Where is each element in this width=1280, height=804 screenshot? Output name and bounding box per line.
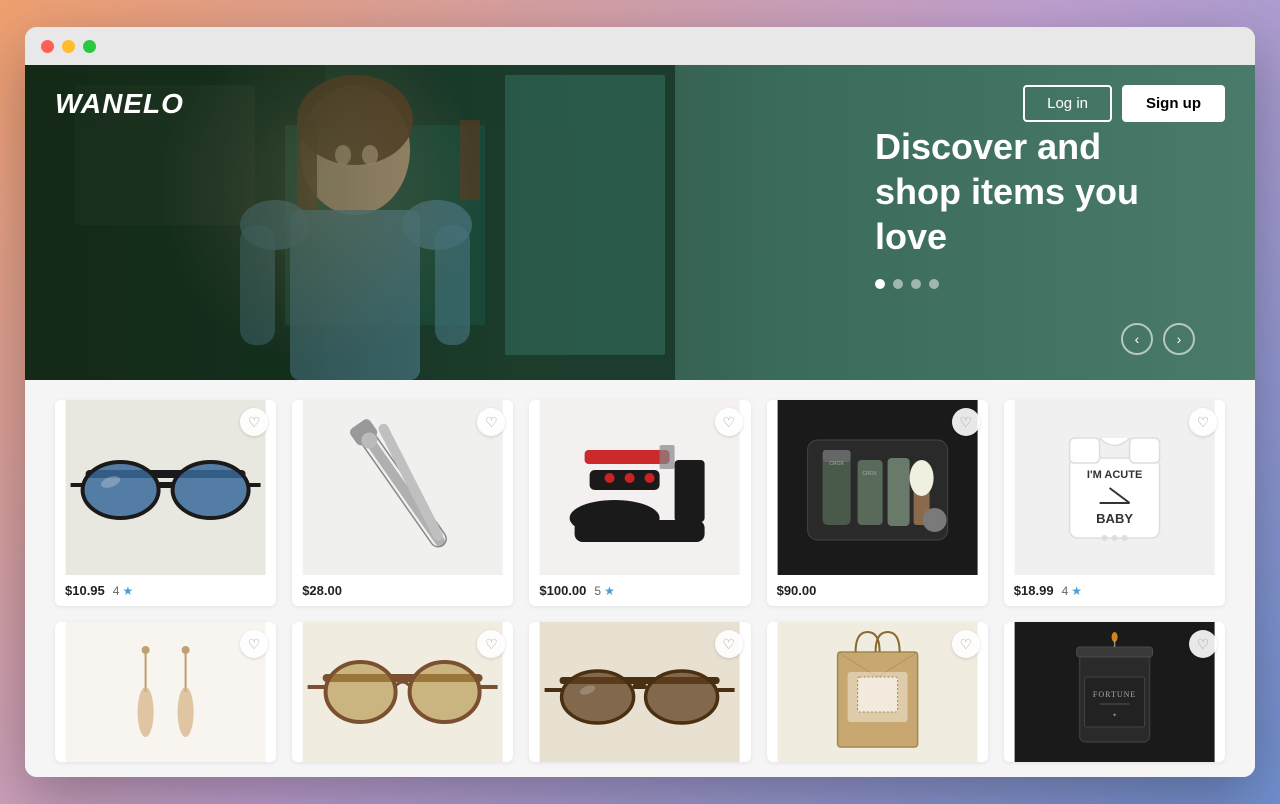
heart-button-9[interactable]: ♡ <box>952 630 980 658</box>
star-icon-5: ★ <box>1071 584 1082 598</box>
heart-button-8[interactable]: ♡ <box>715 630 743 658</box>
product-image-5: I'M ACUTE BABY ♡ <box>1004 400 1225 575</box>
product-card-1[interactable]: ♡ $10.95 4 ★ <box>55 400 276 606</box>
star-icon-3: ★ <box>604 584 615 598</box>
maximize-button[interactable] <box>83 40 96 53</box>
product-price-2: $28.00 <box>302 583 342 598</box>
product-price-5: $18.99 <box>1014 583 1054 598</box>
product-info-1: $10.95 4 ★ <box>55 575 276 606</box>
prev-arrow[interactable]: ‹ <box>1121 323 1153 355</box>
close-button[interactable] <box>41 40 54 53</box>
product-image-7: ♡ <box>292 622 513 762</box>
svg-text:CROX: CROX <box>862 471 877 477</box>
hero-dots <box>875 279 1195 289</box>
nav-buttons: Log in Sign up <box>1023 85 1225 122</box>
heart-button-4[interactable]: ♡ <box>952 408 980 436</box>
svg-text:CROX: CROX <box>829 461 844 467</box>
product-image-8: ♡ <box>529 622 750 762</box>
product-price-3: $100.00 <box>539 583 586 598</box>
products-grid: ♡ $10.95 4 ★ <box>55 400 1225 762</box>
heart-button-6[interactable]: ♡ <box>240 630 268 658</box>
svg-text:✦: ✦ <box>1112 712 1117 719</box>
product-card-8[interactable]: ♡ <box>529 622 750 762</box>
products-section: ♡ $10.95 4 ★ <box>25 380 1255 777</box>
product-rating-1: 4 ★ <box>113 584 133 598</box>
dot-2[interactable] <box>893 279 903 289</box>
product-info-5: $18.99 4 ★ <box>1004 575 1225 606</box>
product-price-4: $90.00 <box>777 583 817 598</box>
product-image-10: FORTUNE ✦ ♡ <box>1004 622 1225 762</box>
minimize-button[interactable] <box>62 40 75 53</box>
next-arrow[interactable]: › <box>1163 323 1195 355</box>
product-card-10[interactable]: FORTUNE ✦ ♡ <box>1004 622 1225 762</box>
dot-3[interactable] <box>911 279 921 289</box>
product-image-1: ♡ <box>55 400 276 575</box>
heart-button-1[interactable]: ♡ <box>240 408 268 436</box>
product-card-3[interactable]: ♡ $100.00 5 ★ <box>529 400 750 606</box>
svg-text:BABY: BABY <box>1096 511 1133 526</box>
hero-arrows: ‹ › <box>1121 323 1195 355</box>
product-image-4: CROX CROX ♡ <box>767 400 988 575</box>
product-info-2: $28.00 <box>292 575 513 606</box>
product-card-6[interactable]: ♡ <box>55 622 276 762</box>
hero-text: Discover and shop items you love <box>875 124 1195 289</box>
product-card-9[interactable]: ♡ <box>767 622 988 762</box>
heart-button-3[interactable]: ♡ <box>715 408 743 436</box>
product-card-5[interactable]: I'M ACUTE BABY ♡ $18.99 4 ★ <box>1004 400 1225 606</box>
product-info-4: $90.00 <box>767 575 988 606</box>
dot-1[interactable] <box>875 279 885 289</box>
product-rating-3: 5 ★ <box>594 584 614 598</box>
hero-title: Discover and shop items you love <box>875 124 1195 259</box>
product-image-2: ♡ <box>292 400 513 575</box>
browser-window: WANELO Log in Sign up Discover and shop … <box>25 27 1255 777</box>
star-icon-1: ★ <box>122 584 133 598</box>
product-info-3: $100.00 5 ★ <box>529 575 750 606</box>
svg-text:FORTUNE: FORTUNE <box>1093 690 1136 699</box>
heart-button-10[interactable]: ♡ <box>1189 630 1217 658</box>
browser-chrome <box>25 27 1255 65</box>
product-card-7[interactable]: ♡ <box>292 622 513 762</box>
product-card-2[interactable]: ♡ $28.00 <box>292 400 513 606</box>
logo: WANELO <box>55 88 184 120</box>
product-price-1: $10.95 <box>65 583 105 598</box>
hero-banner: WANELO Log in Sign up Discover and shop … <box>25 65 1255 380</box>
heart-button-5[interactable]: ♡ <box>1189 408 1217 436</box>
browser-content: WANELO Log in Sign up Discover and shop … <box>25 65 1255 777</box>
login-button[interactable]: Log in <box>1023 85 1112 122</box>
product-card-4[interactable]: CROX CROX ♡ <box>767 400 988 606</box>
svg-text:I'M ACUTE: I'M ACUTE <box>1087 469 1142 481</box>
product-image-3: ♡ <box>529 400 750 575</box>
product-image-9: ♡ <box>767 622 988 762</box>
product-image-6: ♡ <box>55 622 276 762</box>
dot-4[interactable] <box>929 279 939 289</box>
signup-button[interactable]: Sign up <box>1122 85 1225 122</box>
product-rating-5: 4 ★ <box>1062 584 1082 598</box>
